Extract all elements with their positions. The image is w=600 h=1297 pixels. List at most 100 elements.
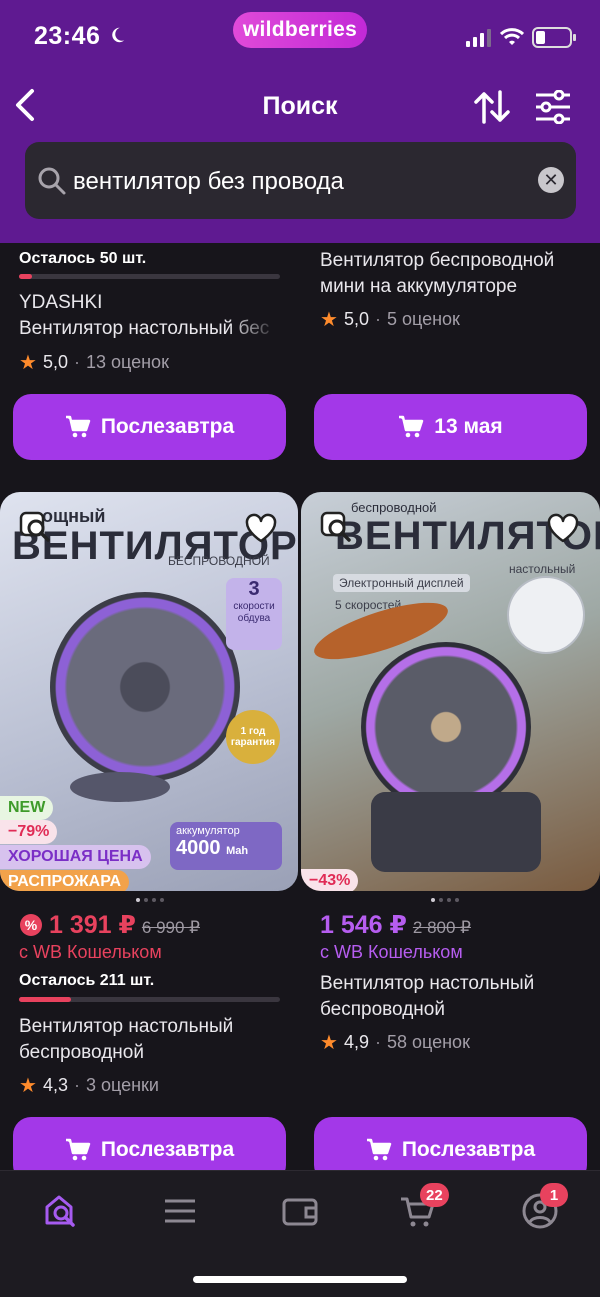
fan-graphic	[361, 642, 531, 812]
badge-new: NEW	[0, 796, 54, 820]
stock-bar-fill	[19, 274, 33, 279]
cart-icon	[366, 1138, 392, 1161]
delivery-button[interactable]: Послезавтра	[13, 394, 286, 460]
clear-icon[interactable]: ✕	[538, 167, 564, 193]
separator: ·	[73, 1075, 80, 1095]
heart-icon[interactable]	[546, 512, 580, 544]
delivery-button-label: Послезавтра	[100, 1138, 235, 1161]
price-row: % 1 391 ₽ 6 990 ₽	[19, 910, 200, 940]
search-icon	[38, 167, 66, 195]
signal-icon	[466, 29, 491, 47]
wildberries-logo: wildberries	[233, 12, 367, 48]
sort-icon[interactable]	[472, 88, 512, 126]
filter-icon[interactable]	[534, 90, 572, 124]
battery-unit: Mah	[226, 845, 249, 857]
speeds-badge: 3 скорости обдува	[226, 578, 282, 650]
home-search-icon[interactable]	[41, 1191, 81, 1231]
home-indicator	[193, 1276, 407, 1283]
product-rating: ★ 5,0 · 5 оценок	[320, 307, 460, 332]
search-input[interactable]: вентилятор без провода	[73, 168, 344, 196]
product-image[interactable]: ощный ВЕНТИЛЯТОР БЕСПРОВОДНОЙ 3 скорости…	[0, 492, 298, 891]
cart-icon	[399, 415, 424, 438]
image-pager-dots	[431, 898, 459, 902]
stock-bar-fill	[19, 997, 72, 1002]
battery-badge: аккумулятор 4000 Mah	[170, 822, 282, 870]
search-field[interactable]: вентилятор без провода ✕	[25, 142, 576, 219]
wallet-note: с WB Кошельком	[320, 942, 463, 962]
separator: ·	[374, 309, 381, 329]
delivery-button[interactable]: 13 мая	[314, 394, 587, 460]
separator: ·	[374, 1032, 381, 1052]
cart-tab[interactable]: 22	[398, 1183, 449, 1231]
good-price-badge: ХОРОШАЯ ЦЕНА	[0, 845, 151, 869]
price-row: 1 546 ₽ 2 800 ₽	[320, 910, 471, 940]
image-pretitle: беспроводной	[351, 500, 437, 515]
fan-base	[371, 792, 541, 872]
current-price: 1 391 ₽	[49, 911, 136, 939]
product-rating: ★ 4,9 · 58 оценок	[320, 1030, 470, 1055]
product-brand: YDASHKI	[19, 292, 103, 313]
star-icon: ★	[320, 1032, 338, 1054]
review-count: 5 оценок	[386, 309, 460, 329]
star-icon: ★	[19, 1075, 37, 1097]
rating-value: 4,3	[42, 1075, 68, 1095]
rating-value: 4,9	[343, 1032, 369, 1052]
stock-bar	[19, 274, 280, 279]
star-icon: ★	[320, 309, 338, 331]
fan-graphic	[50, 592, 240, 782]
review-count: 58 оценок	[386, 1032, 470, 1052]
product-rating: ★ 5,0 · 13 оценок	[19, 350, 169, 375]
product-name[interactable]: Вентилятор беспроводной мини на аккумуля…	[320, 248, 590, 300]
rating-value: 5,0	[343, 309, 369, 329]
sale-badge: РАСПРОЖАРА	[0, 870, 130, 891]
image-posttitle: настольный	[509, 562, 576, 576]
wallet-note: с WB Кошельком	[19, 942, 162, 962]
image-pager-dots	[136, 898, 164, 902]
stock-remaining: Осталось 50 шт.	[19, 250, 147, 267]
delivery-button-label: Послезавтра	[100, 415, 235, 438]
wifi-icon	[500, 28, 524, 45]
product-name[interactable]: Вентилятор настольный бес	[19, 318, 280, 340]
rating-value: 5,0	[42, 352, 68, 372]
moon-icon	[112, 27, 125, 43]
catalog-menu-icon[interactable]	[160, 1191, 200, 1231]
speeds-text: скорости обдува	[233, 601, 275, 624]
stock-remaining: Осталось 211 шт.	[19, 972, 155, 989]
old-price: 2 800 ₽	[412, 918, 471, 937]
current-price: 1 546 ₽	[320, 911, 407, 939]
product-rating: ★ 4,3 · 3 оценки	[19, 1073, 159, 1098]
profile-count-badge: 1	[540, 1183, 568, 1207]
image-search-icon[interactable]	[319, 510, 353, 544]
heart-icon[interactable]	[244, 512, 278, 544]
old-price: 6 990 ₽	[141, 918, 200, 937]
stock-bar	[19, 997, 280, 1002]
top-header: 23:46 wildberries Поиск вентилятор без п…	[0, 0, 600, 243]
svg-text:%: %	[25, 917, 38, 933]
feature-display: Электронный дисплей	[333, 574, 470, 592]
product-name[interactable]: Вентилятор настольный беспроводной	[19, 1014, 289, 1066]
review-count: 3 оценки	[85, 1075, 159, 1095]
image-subtitle: БЕСПРОВОДНОЙ	[168, 554, 270, 568]
warranty-badge: 1 год гарантия	[226, 710, 280, 764]
wall-mount-inset	[507, 576, 585, 654]
battery-label: аккумулятор	[176, 825, 240, 837]
cart-icon	[65, 415, 91, 438]
fan-stand	[70, 772, 170, 802]
profile-tab[interactable]: 1	[520, 1183, 568, 1231]
delivery-button-label: 13 мая	[434, 415, 503, 438]
speeds-number: 3	[248, 578, 260, 600]
review-count: 13 оценок	[85, 352, 169, 372]
image-search-icon[interactable]	[18, 510, 52, 544]
wallet-icon[interactable]	[280, 1191, 320, 1231]
product-name[interactable]: Вентилятор настольный беспроводной	[320, 971, 590, 1023]
battery-icon	[532, 27, 576, 48]
discount-badge: −79%	[0, 820, 58, 844]
cart-count-badge: 22	[420, 1183, 449, 1207]
status-time: 23:46	[34, 22, 101, 50]
product-image[interactable]: беспроводной ВЕНТИЛЯТОР настольный Элект…	[301, 492, 600, 891]
discount-badge: −43%	[301, 869, 359, 891]
delivery-button-label: Послезавтра	[401, 1138, 536, 1161]
cart-icon	[65, 1138, 91, 1161]
battery-value: 4000	[176, 837, 221, 859]
separator: ·	[73, 352, 80, 372]
